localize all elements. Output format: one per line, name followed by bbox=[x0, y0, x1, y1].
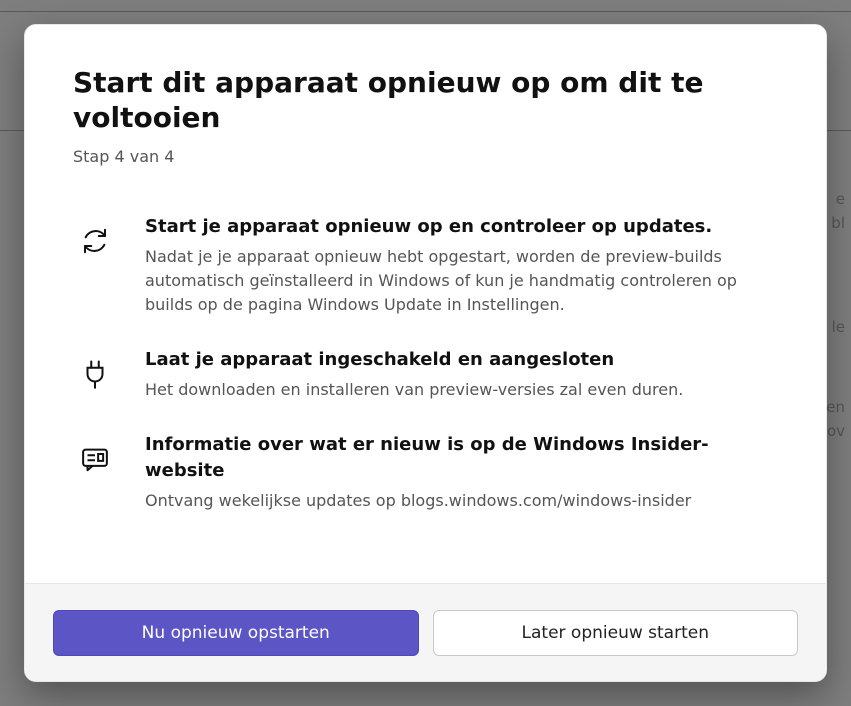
restart-later-button[interactable]: Later opnieuw starten bbox=[433, 610, 799, 656]
bg-text-frag: ov bbox=[827, 422, 845, 440]
info-item-title: Laat je apparaat ingeschakeld en aangesl… bbox=[145, 347, 778, 372]
dialog-body: Start dit apparaat opnieuw op om dit te … bbox=[25, 25, 826, 583]
bg-text-frag: e bbox=[836, 190, 845, 208]
plug-icon bbox=[73, 347, 117, 389]
info-item-news: Informatie over wat er nieuw is op de Wi… bbox=[73, 432, 778, 512]
info-item-desc: Het downloaden en installeren van previe… bbox=[145, 378, 778, 402]
info-item-title: Start je apparaat opnieuw op en controle… bbox=[145, 214, 778, 239]
dialog-title: Start dit apparaat opnieuw op om dit te … bbox=[73, 65, 778, 135]
info-item-desc: Nadat je je apparaat opnieuw hebt opgest… bbox=[145, 245, 778, 317]
bg-text-frag: le bbox=[832, 318, 845, 336]
restart-dialog: Start dit apparaat opnieuw op om dit te … bbox=[24, 24, 827, 682]
news-icon bbox=[73, 432, 117, 474]
restart-now-button[interactable]: Nu opnieuw opstarten bbox=[53, 610, 419, 656]
refresh-icon bbox=[73, 214, 117, 256]
info-item-desc: Ontvang wekelijkse updates op blogs.wind… bbox=[145, 489, 778, 513]
info-item-title: Informatie over wat er nieuw is op de Wi… bbox=[145, 432, 778, 482]
info-item-power: Laat je apparaat ingeschakeld en aangesl… bbox=[73, 347, 778, 402]
dialog-footer: Nu opnieuw opstarten Later opnieuw start… bbox=[25, 583, 826, 682]
step-indicator: Stap 4 van 4 bbox=[73, 147, 778, 166]
bg-text-frag: bl bbox=[831, 214, 845, 232]
bg-text-frag: en bbox=[826, 398, 845, 416]
info-item-restart: Start je apparaat opnieuw op en controle… bbox=[73, 214, 778, 317]
